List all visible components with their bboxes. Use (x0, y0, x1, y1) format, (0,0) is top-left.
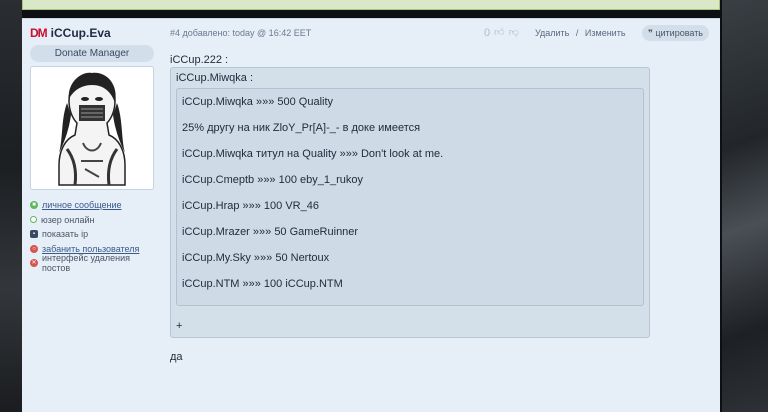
edit-link[interactable]: Изменить (585, 28, 626, 38)
quote-button-label: цитировать (655, 28, 704, 38)
quote-line: iCCup.Mrazer »»» 50 GameRuinner (182, 226, 359, 238)
chat-icon: ■ (30, 201, 38, 210)
post-reply-text: да (170, 351, 183, 363)
username-row: DM iCCup.Eva (30, 25, 156, 41)
post-meta: #4 добавлено: today @ 16:42 EET (170, 28, 312, 38)
quote-line: 25% другу на ник ZloY_Pr[A]-_- в доке им… (182, 122, 421, 134)
quoted-author: iCCup.222 : (170, 54, 229, 66)
action-label[interactable]: показать ip (42, 229, 88, 239)
action-label: юзер онлайн (41, 214, 95, 225)
thumbs-down-icon[interactable]: 👎︎ (509, 25, 519, 41)
background-left (0, 0, 22, 412)
avatar-image (58, 72, 126, 186)
rating-score: 0 (484, 27, 491, 39)
quote-line: iCCup.Miwqka »»» 500 Quality (182, 96, 334, 108)
online-icon (30, 216, 37, 224)
outer-quote-block: iCCup.Miwqka : iCCup.Miwqka »»» 500 Qual… (170, 67, 650, 338)
user-actions: ■ личное сообщение юзер онлайн ▪ показат… (30, 198, 156, 273)
user-info: DM iCCup.Eva Donate Manager ■ личное соо… (30, 25, 156, 273)
quote-plus: + (176, 320, 183, 332)
action-label[interactable]: интерфейс удаления постов (42, 253, 156, 273)
quote-button[interactable]: ❞ цитировать (642, 25, 710, 41)
quote-line: iCCup.Hrap »»» 100 VR_46 (182, 200, 319, 212)
action-user-online: юзер онлайн (30, 213, 156, 228)
computer-icon: ▪ (30, 230, 38, 239)
post-rating: 0 👍︎ 👎︎ (484, 25, 519, 41)
post-header: #4 добавлено: today @ 16:42 EET 0 👍︎ 👎︎ … (170, 25, 714, 41)
avatar (30, 66, 154, 190)
inner-quote-author: iCCup.Miwqka : (176, 72, 254, 84)
action-label[interactable]: личное сообщение (42, 200, 122, 210)
thumbs-up-icon[interactable]: 👍︎ (494, 25, 504, 41)
inner-quote-block: iCCup.Miwqka »»» 500 Quality 25% другу н… (176, 88, 644, 306)
clan-logo-icon: DM (30, 26, 48, 40)
notice-banner (22, 0, 720, 10)
delete-icon: ✕ (30, 259, 38, 268)
quote-line: iCCup.Miwqka титул на Quality »»» Don't … (182, 148, 444, 160)
forum-post: DM iCCup.Eva Donate Manager ■ личное соо… (22, 18, 720, 412)
link-separator: / (575, 28, 579, 38)
background-right (722, 0, 768, 412)
quote-icon: ❞ (648, 28, 653, 38)
ban-icon: ○ (30, 244, 38, 253)
action-delete-posts[interactable]: ✕ интерфейс удаления постов (30, 253, 156, 273)
role-badge: Donate Manager (30, 45, 154, 62)
action-private-message[interactable]: ■ личное сообщение (30, 198, 156, 213)
quote-line: iCCup.Cmeptb »»» 100 eby_1_rukoy (182, 174, 364, 186)
quote-line: iCCup.My.Sky »»» 50 Nertoux (182, 252, 330, 264)
delete-link[interactable]: Удалить (535, 28, 569, 38)
username[interactable]: iCCup.Eva (51, 26, 111, 40)
quote-line: iCCup.NTM »»» 100 iCCup.NTM (182, 278, 343, 290)
action-label[interactable]: забанить пользователя (42, 244, 139, 254)
post-admin-links: Удалить / Изменить (535, 25, 626, 41)
action-show-ip[interactable]: ▪ показать ip (30, 227, 156, 242)
